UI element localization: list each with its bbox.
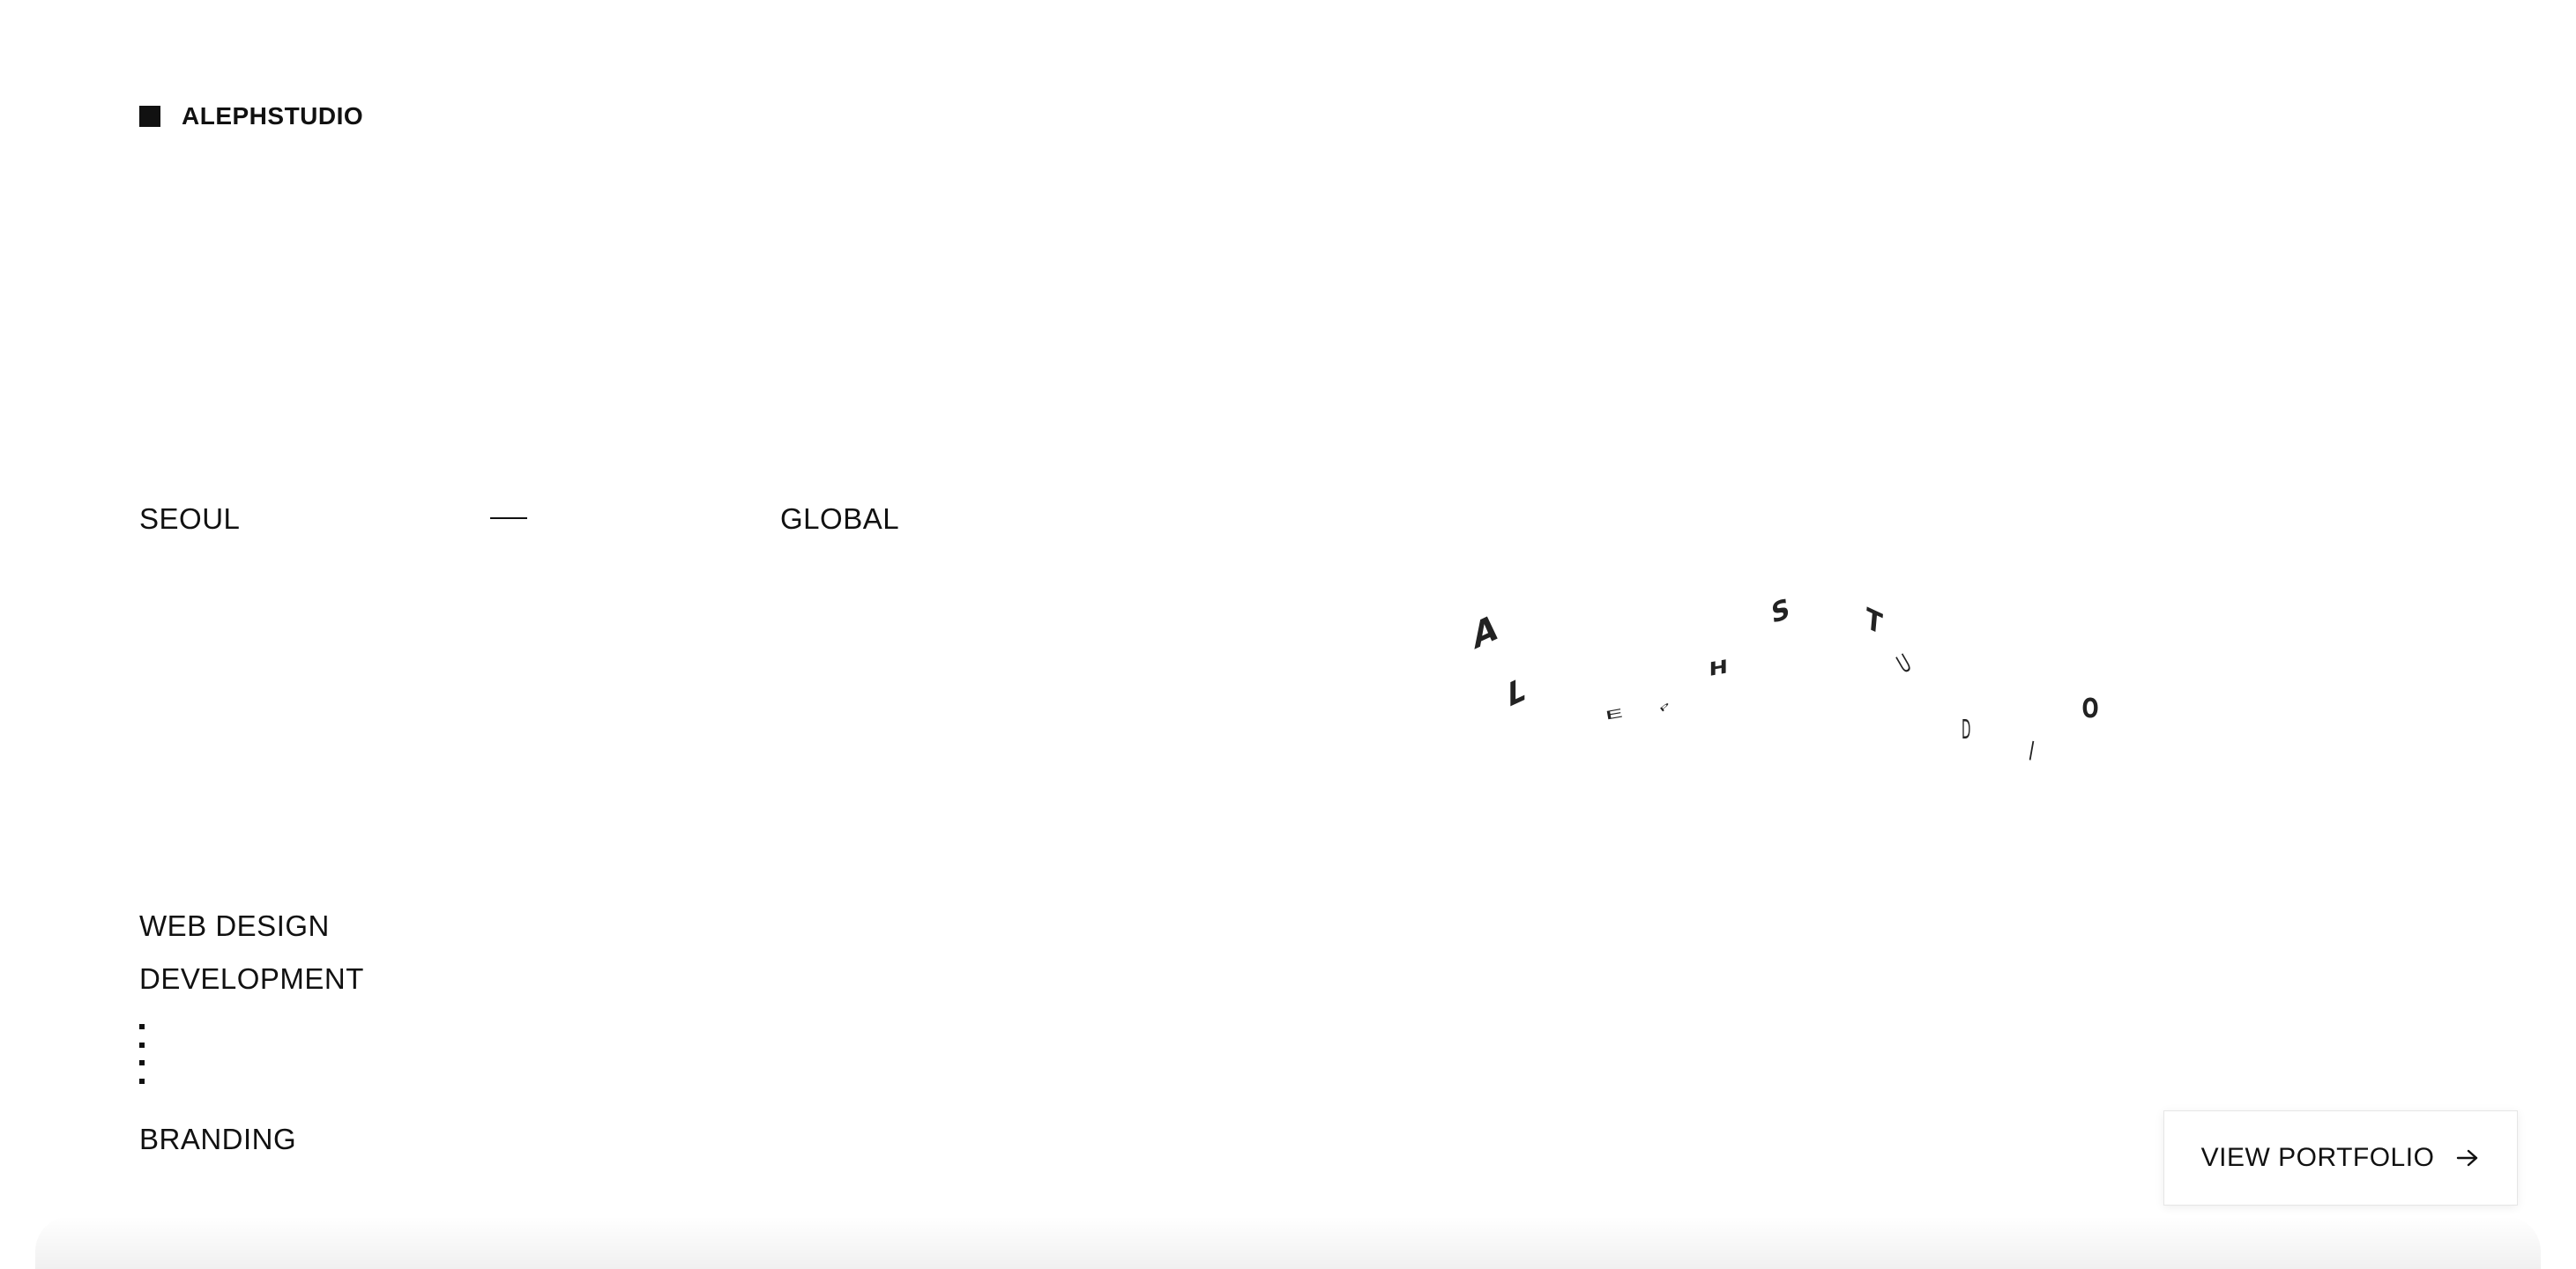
brand-logo[interactable]: ALEPHSTUDIO xyxy=(139,102,363,130)
wave-letter-i: I xyxy=(2027,736,2036,768)
wave-letter-h: H xyxy=(1709,656,1727,681)
logo-square-icon xyxy=(139,106,160,127)
wave-letter-d: D xyxy=(1962,715,1970,746)
vertical-ellipsis-icon xyxy=(139,1024,145,1084)
service-branding: BRANDING xyxy=(139,1123,297,1155)
wave-letter-t: T xyxy=(1865,602,1884,642)
animated-wave-wordmark: A L E P H S T U D I O xyxy=(1471,593,2099,768)
wave-letter-a: A xyxy=(1471,606,1499,658)
bottom-panel-edge xyxy=(35,1216,2541,1269)
service-web-design: WEB DESIGN xyxy=(139,909,330,942)
view-portfolio-label: VIEW PORTFOLIO xyxy=(2200,1143,2435,1172)
service-development: DEVELOPMENT xyxy=(139,962,364,995)
location-from: SEOUL xyxy=(139,502,241,535)
page: ALEPHSTUDIO SEOUL GLOBAL A L E P H S T U… xyxy=(0,0,2576,1269)
brand-name: ALEPHSTUDIO xyxy=(182,102,364,130)
wave-letter-s: S xyxy=(1770,593,1791,631)
location-to: GLOBAL xyxy=(780,502,900,535)
wave-letter-o: O xyxy=(2082,694,2099,724)
wave-letter-p: P xyxy=(1658,701,1671,714)
arrow-right-icon xyxy=(2457,1149,2478,1167)
location-dash-divider xyxy=(490,517,527,519)
view-portfolio-button[interactable]: VIEW PORTFOLIO xyxy=(2163,1110,2518,1206)
wave-letter-l: L xyxy=(1508,670,1526,716)
wave-letter-e: E xyxy=(1604,706,1625,723)
wave-letter-u: U xyxy=(1893,649,1916,679)
